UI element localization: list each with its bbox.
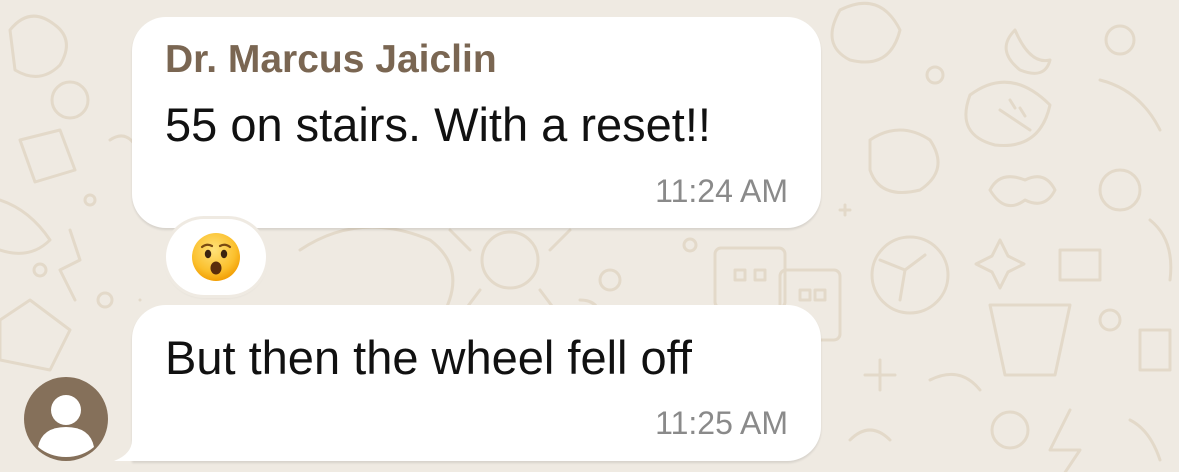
astonished-face-emoji-icon bbox=[192, 233, 240, 281]
message-timestamp: 11:25 AM bbox=[655, 405, 788, 441]
sender-name: Dr. Marcus Jaiclin bbox=[165, 38, 497, 81]
message-bubble-incoming[interactable]: But then the wheel fell off 11:25 AM bbox=[132, 305, 821, 461]
message-timestamp: 11:24 AM bbox=[655, 173, 788, 209]
message-bubble-incoming[interactable]: Dr. Marcus Jaiclin 55 on stairs. With a … bbox=[132, 17, 821, 228]
message-text: 55 on stairs. With a reset!! bbox=[165, 98, 711, 151]
person-silhouette-icon bbox=[38, 395, 94, 457]
message-reaction[interactable] bbox=[166, 219, 266, 295]
sender-avatar[interactable] bbox=[24, 377, 108, 461]
message-text: But then the wheel fell off bbox=[165, 331, 692, 384]
